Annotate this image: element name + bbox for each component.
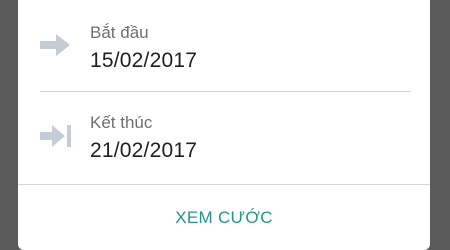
end-date-row[interactable]: Kết thúc 21/02/2017 xyxy=(18,108,430,180)
date-range-dialog: Bắt đầu 15/02/2017 Kết thúc 21/02/2017 X… xyxy=(18,0,430,250)
view-charges-button[interactable]: XEM CƯỚC xyxy=(18,185,430,250)
arrow-right-icon xyxy=(40,33,72,57)
divider xyxy=(40,91,410,92)
end-date-label: Kết thúc xyxy=(90,113,153,132)
start-date-row[interactable]: Bắt đầu 15/02/2017 xyxy=(18,18,430,90)
end-date-value: 21/02/2017 xyxy=(90,139,198,162)
arrow-right-to-bar-icon xyxy=(40,124,72,148)
start-date-value: 15/02/2017 xyxy=(90,49,198,72)
start-date-label: Bắt đầu xyxy=(90,23,149,42)
